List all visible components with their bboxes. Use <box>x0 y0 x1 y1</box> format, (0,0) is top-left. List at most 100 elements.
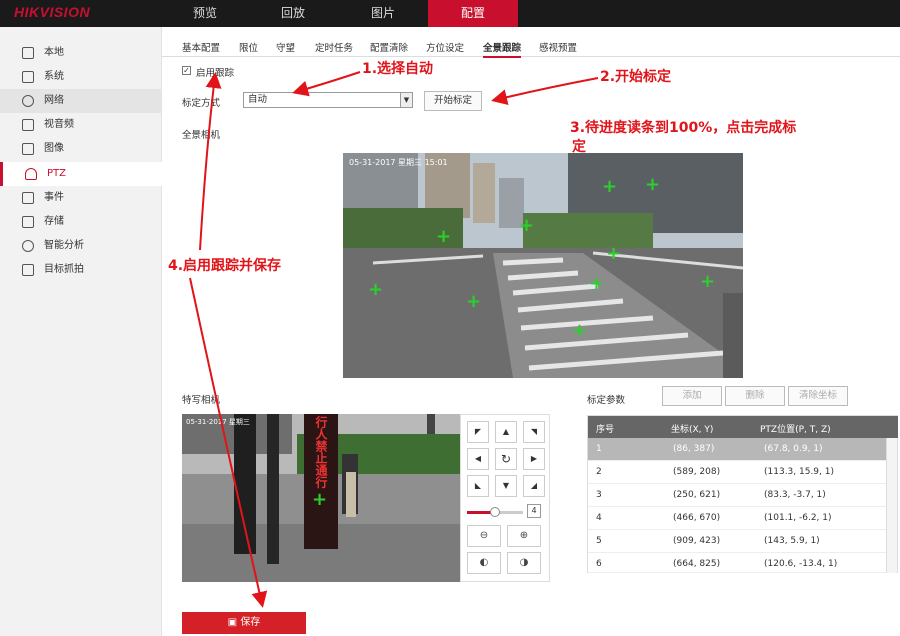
calibration-marker: + <box>589 273 605 294</box>
table-row[interactable]: 6 (664, 825) (120.6, -13.4, 1) <box>588 553 886 573</box>
left-arrow-icon[interactable]: ◀ <box>467 448 489 470</box>
calibration-marker: + <box>602 176 618 197</box>
panorama-camera-view[interactable]: 05-31-2017 星期三 15:01 + + + + + + + + + + <box>343 153 743 378</box>
focus-near-icon[interactable]: ◐ <box>467 552 501 574</box>
tab-panorama-tracking[interactable]: 全景跟踪 <box>483 40 522 58</box>
row-index: 4 <box>596 513 602 523</box>
annotation-step3-cont: 定 <box>572 139 586 155</box>
sidebar-item-ptz[interactable]: PTZ <box>0 162 162 186</box>
chevron-down-icon: ▼ <box>400 93 412 107</box>
zoom-in-icon[interactable]: ⊕ <box>507 525 541 547</box>
row-index: 5 <box>596 536 602 546</box>
panorama-date-overlay: 05-31-2017 星期三 15:01 <box>349 158 448 167</box>
row-coords: (250, 621) <box>673 490 721 500</box>
sidebar-item-local[interactable]: 本地 <box>0 41 162 65</box>
sidebar-item-system[interactable]: 系统 <box>0 65 162 89</box>
tab-limit[interactable]: 限位 <box>239 40 258 54</box>
table-row[interactable]: 3 (250, 621) (83.3, -3.7, 1) <box>588 484 886 507</box>
sidebar-item-label: 存储 <box>44 216 64 227</box>
sub-tabs: 基本配置 限位 守望 定时任务 配置清除 方位设定 全景跟踪 感视预置 <box>162 37 900 58</box>
panorama-camera-label: 全景相机 <box>182 130 221 141</box>
add-button[interactable]: 添加 <box>662 386 722 406</box>
tab-park-action[interactable]: 守望 <box>276 40 295 54</box>
up-arrow-icon[interactable]: ▲ <box>495 421 517 443</box>
calibration-marker: + <box>519 215 535 236</box>
sidebar-item-label: PTZ <box>47 168 66 179</box>
nav-configuration[interactable]: 配置 <box>428 0 518 27</box>
annotation-step1: 1.选择自动 <box>362 61 434 77</box>
image-icon <box>22 143 34 155</box>
annotation-step2: 2.开始标定 <box>600 69 672 85</box>
down-arrow-icon[interactable]: ▼ <box>495 475 517 497</box>
sidebar-item-label: 事件 <box>44 192 64 203</box>
event-list-icon <box>22 192 34 204</box>
tab-direction-setting[interactable]: 方位设定 <box>426 40 464 54</box>
sidebar-item-image[interactable]: 图像 <box>0 137 162 161</box>
tab-scheduled-task[interactable]: 定时任务 <box>315 40 353 54</box>
detail-date-overlay: 05-31-2017 星期三 <box>186 418 250 426</box>
tab-config-clear[interactable]: 配置清除 <box>370 40 408 54</box>
calibration-marker: + <box>572 320 588 341</box>
up-right-arrow-icon[interactable]: ◥ <box>523 421 545 443</box>
nav-picture[interactable]: 图片 <box>338 0 428 27</box>
tab-basic-config[interactable]: 基本配置 <box>182 40 220 54</box>
row-index: 1 <box>596 444 602 454</box>
calibration-table: 序号 坐标(X, Y) PTZ位置(P, T, Z) 1 (86, 387) (… <box>587 415 898 573</box>
row-ptz: (120.6, -13.4, 1) <box>764 559 838 569</box>
down-left-arrow-icon[interactable]: ◣ <box>467 475 489 497</box>
calibration-mode-select[interactable]: 自动 ▼ <box>243 92 413 108</box>
auto-rotate-icon[interactable]: ↻ <box>495 448 517 470</box>
sidebar-item-label: 系统 <box>44 71 64 82</box>
row-ptz: (113.3, 15.9, 1) <box>764 467 834 477</box>
nav-playback[interactable]: 回放 <box>248 0 338 27</box>
arrow-step1 <box>292 71 361 97</box>
sidebar-item-storage[interactable]: 存储 <box>0 210 162 234</box>
zoom-out-icon[interactable]: ⊖ <box>467 525 501 547</box>
focus-far-icon[interactable]: ◑ <box>507 552 541 574</box>
calibration-marker: + <box>368 279 384 300</box>
nav-preview[interactable]: 预览 <box>160 0 250 27</box>
no-pedestrian-sign: 行人禁止通行 <box>314 416 328 488</box>
tab-preset[interactable]: 感视预置 <box>539 40 577 54</box>
header-coords: 坐标(X, Y) <box>671 425 714 435</box>
header-ptz: PTZ位置(P, T, Z) <box>760 425 831 435</box>
ptz-control-panel: ◤ ▲ ◥ ◀ ↻ ▶ ◣ ▼ ◢ 4 ⊖ ⊕ ◐ ◑ <box>460 414 550 582</box>
detail-camera-view[interactable]: 05-31-2017 星期三 行人禁止通行 + <box>182 414 460 582</box>
clear-coords-button[interactable]: 清除坐标 <box>788 386 848 406</box>
sidebar-item-video-audio[interactable]: 视音频 <box>0 113 162 137</box>
header-index: 序号 <box>596 425 615 435</box>
monitor-icon <box>22 47 34 59</box>
speed-slider-handle[interactable] <box>490 507 500 517</box>
calibration-mode-label: 标定方式 <box>182 98 221 109</box>
row-ptz: (67.8, 0.9, 1) <box>764 444 823 454</box>
row-coords: (664, 825) <box>673 559 721 569</box>
calibration-mode-value: 自动 <box>248 94 268 105</box>
row-coords: (909, 423) <box>673 536 721 546</box>
start-calibration-button[interactable]: 开始标定 <box>424 91 482 111</box>
table-row[interactable]: 1 (86, 387) (67.8, 0.9, 1) <box>588 438 886 461</box>
calib-params-label: 标定参数 <box>587 395 626 406</box>
enable-tracking-checkbox[interactable]: ✓ <box>182 66 191 75</box>
top-bar: HIKVISION 预览 回放 图片 配置 <box>0 0 900 27</box>
sidebar-item-target-capture[interactable]: 目标抓拍 <box>0 258 162 282</box>
table-row[interactable]: 4 (466, 670) (101.1, -6.2, 1) <box>588 507 886 530</box>
enable-tracking-label: 启用跟踪 <box>196 68 235 79</box>
sidebar: 本地 系统 网络 视音频 图像 PTZ 事件 存储 智能分析 目标抓拍 <box>0 27 162 636</box>
right-arrow-icon[interactable]: ▶ <box>523 448 545 470</box>
save-button[interactable]: ▣ 保存 <box>182 612 306 634</box>
row-coords: (86, 387) <box>673 444 715 454</box>
row-coords: (466, 670) <box>673 513 721 523</box>
up-left-arrow-icon[interactable]: ◤ <box>467 421 489 443</box>
table-scrollbar[interactable] <box>886 438 897 573</box>
system-icon <box>22 71 34 83</box>
sidebar-item-network[interactable]: 网络 <box>0 89 162 113</box>
row-coords: (589, 208) <box>673 467 721 477</box>
down-right-arrow-icon[interactable]: ◢ <box>523 475 545 497</box>
table-header: 序号 坐标(X, Y) PTZ位置(P, T, Z) <box>588 416 898 438</box>
sidebar-item-label: 图像 <box>44 143 64 154</box>
table-row[interactable]: 5 (909, 423) (143, 5.9, 1) <box>588 530 886 553</box>
sidebar-item-event[interactable]: 事件 <box>0 186 162 210</box>
delete-button[interactable]: 删除 <box>725 386 785 406</box>
sidebar-item-smart-analysis[interactable]: 智能分析 <box>0 234 162 258</box>
table-row[interactable]: 2 (589, 208) (113.3, 15.9, 1) <box>588 461 886 484</box>
